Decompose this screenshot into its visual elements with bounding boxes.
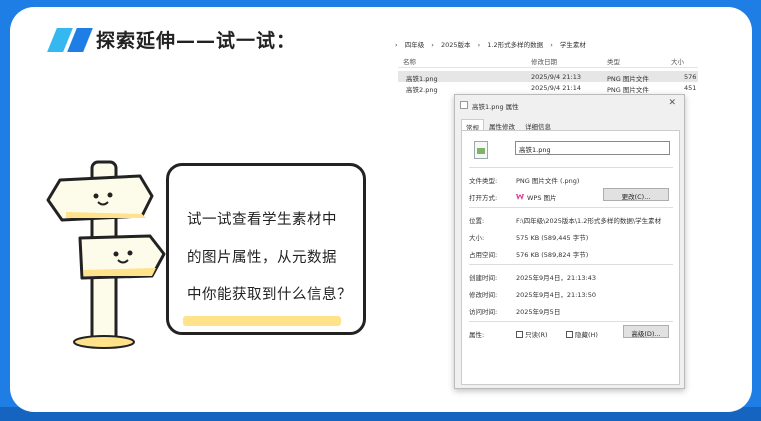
file-type: PNG 图片文件 (607, 86, 649, 94)
bubble-line-1: 试一试查看学生素材中 (187, 212, 337, 228)
modified-value: 2025年9月4日，21:13:50 (516, 291, 597, 299)
speech-bubble: 试一试查看学生素材中 的图片属性，从元数据 中你能获取到什么信息？ (166, 163, 366, 335)
filename-field[interactable]: 高铁1.png (515, 141, 670, 155)
column-header-size[interactable]: 大小 (671, 56, 684, 66)
file-size: 451 (684, 84, 697, 92)
highlight-stripe (183, 316, 341, 326)
modified-label: 修改时间: (469, 291, 498, 299)
breadcrumb-chevron-icon: › (477, 41, 481, 49)
file-row[interactable]: 高铁1.png 2025/9/4 21:13 PNG 图片文件 576 (398, 71, 698, 83)
file-icon (460, 101, 468, 109)
file-row[interactable]: 高铁2.png 2025/9/4 21:14 PNG 图片文件 451 (398, 82, 698, 94)
open-with-value: WPS 图片 (516, 192, 557, 202)
divider (469, 321, 673, 322)
file-type-label: 文件类型: (469, 177, 498, 185)
properties-dialog: 高铁1.png 属性 ✕ 常规 属性修改 详细信息 高铁1.png 文件类型: … (454, 94, 685, 389)
bubble-line-2: 的图片属性，从元数据 (187, 250, 337, 266)
hidden-checkbox[interactable]: 隐藏(H) (566, 329, 598, 339)
breadcrumb-item[interactable]: 2025版本 (441, 41, 471, 49)
file-date: 2025/9/4 21:14 (531, 84, 581, 92)
location-value: F:\四年级\2025版本\1.2形式多样的数据\学生素材 (516, 217, 662, 225)
close-icon[interactable]: ✕ (668, 98, 676, 108)
created-label: 创建时间: (469, 274, 498, 282)
created-value: 2025年9月4日，21:13:43 (516, 274, 597, 282)
title-accent-icon (46, 28, 96, 56)
breadcrumb-item[interactable]: 四年级 (405, 41, 425, 49)
wps-icon (516, 194, 524, 200)
location-label: 位置: (469, 217, 485, 225)
general-panel: 高铁1.png 文件类型: PNG 图片文件 (.png) 打开方式: WPS … (461, 130, 680, 385)
open-with-label: 打开方式: (469, 194, 498, 202)
file-type-value: PNG 图片文件 (.png) (516, 177, 580, 185)
disk-size-value: 576 KB (589,824 字节) (516, 251, 589, 259)
column-header-type[interactable]: 类型 (607, 56, 620, 66)
divider (469, 167, 673, 168)
size-label: 大小: (469, 234, 485, 242)
signpost-illustration (46, 160, 166, 349)
column-header-name[interactable]: 名称 (403, 56, 416, 66)
file-size: 576 (684, 73, 697, 81)
disk-size-label: 占用空间: (469, 251, 498, 259)
breadcrumb-item[interactable]: 1.2形式多样的数据 (487, 41, 543, 49)
breadcrumb: › 四年级 › 2025版本 › 1.2形式多样的数据 › 学生素材 (395, 39, 591, 49)
file-date: 2025/9/4 21:13 (531, 73, 581, 81)
breadcrumb-chevron-icon: › (431, 41, 434, 49)
advanced-button[interactable]: 高级(D)... (623, 325, 669, 338)
readonly-checkbox[interactable]: 只读(R) (516, 329, 548, 339)
slide-title: 探索延伸——试一试： (96, 30, 297, 52)
breadcrumb-chevron-icon: › (395, 41, 398, 49)
attributes-label: 属性: (469, 331, 485, 339)
png-file-icon (474, 141, 488, 159)
change-button[interactable]: 更改(C)... (603, 188, 669, 201)
header-divider (398, 67, 698, 68)
size-value: 575 KB (589,445 字节) (516, 234, 589, 242)
accessed-value: 2025年9月5日 (516, 308, 561, 316)
dialog-title: 高铁1.png 属性 (472, 103, 519, 111)
divider (469, 207, 673, 208)
divider (469, 264, 673, 265)
accessed-label: 访问时间: (469, 308, 498, 316)
file-name: 高铁2.png (406, 86, 438, 94)
breadcrumb-item[interactable]: 学生素材 (560, 41, 586, 49)
breadcrumb-chevron-icon: › (550, 41, 553, 49)
column-header-date[interactable]: 修改日期 (531, 56, 557, 66)
bubble-line-3: 中你能获取到什么信息？ (187, 287, 352, 303)
